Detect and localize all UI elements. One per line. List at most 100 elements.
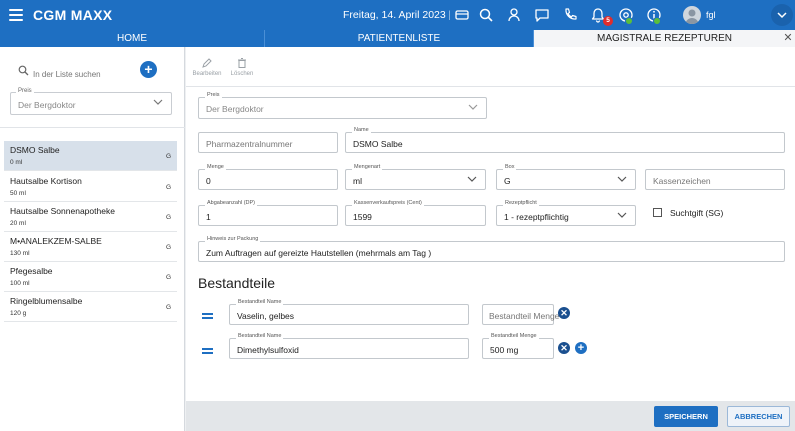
tab-magistrale-rezepturen[interactable]: MAGISTRALE REZEPTUREN <box>534 30 795 47</box>
list-item[interactable]: M•ANALEKZEM-SALBE 130 ml G <box>4 232 177 262</box>
remove-bestandteil-button[interactable]: ✕ <box>558 307 570 319</box>
bestandteil-name-field[interactable]: Bestandteil Name Dimethylsulfoxid <box>229 333 469 359</box>
abgabeanzahl-label: Abgabeanzahl (DP) <box>205 200 258 206</box>
list-item[interactable]: Pfegesalbe 100 ml G <box>4 262 177 292</box>
search-input[interactable] <box>33 70 133 79</box>
hinweis-value: Zum Auftragen auf gereizte Hautstellen (… <box>206 248 432 258</box>
box-value: G <box>504 176 511 186</box>
name-field[interactable]: Name DSMO Salbe <box>345 127 785 153</box>
bestandteil-menge-field[interactable]: Bestandteil Menge <box>482 304 559 325</box>
item-name: Ringelblumensalbe <box>10 296 83 306</box>
pzn-field[interactable]: Pharmazentralnummer <box>198 132 338 153</box>
delete-button[interactable]: Löschen <box>227 57 257 77</box>
menge-label: Menge <box>205 164 226 170</box>
bestandteil-menge-label: Bestandteil Menge <box>489 333 539 339</box>
item-name: Hautsalbe Kortison <box>10 176 82 186</box>
avatar[interactable] <box>683 6 701 24</box>
save-button[interactable]: SPEICHERN <box>654 406 718 427</box>
chat-icon[interactable] <box>533 6 551 24</box>
hinweis-label: Hinweis zur Packung <box>205 236 261 242</box>
suchtgift-label: Suchtgift (SG) <box>670 208 724 218</box>
preis-select[interactable]: Preis Der Bergdoktor <box>198 92 487 119</box>
preis-select[interactable]: Preis Der Bergdoktor <box>10 88 172 115</box>
item-tag: G <box>166 214 172 221</box>
rezeptpflicht-select[interactable]: Rezeptpflicht 1 - rezeptpflichtig <box>496 200 636 226</box>
app-title: CGM MAXX <box>33 7 113 23</box>
divider <box>186 86 795 87</box>
list-item[interactable]: Ringelblumensalbe 120 g G <box>4 292 177 322</box>
mengenart-select[interactable]: Mengenart ml <box>345 164 486 190</box>
drag-handle-icon[interactable] <box>202 348 213 356</box>
item-tag: G <box>166 244 172 251</box>
item-tag: G <box>166 274 172 281</box>
header-menu-button[interactable] <box>771 4 793 26</box>
tab-bar: HOME PATIENTENLISTE MAGISTRALE REZEPTURE… <box>0 30 795 47</box>
edit-label: Bearbeiten <box>192 71 222 77</box>
tab-home[interactable]: HOME <box>0 30 265 47</box>
phone-icon[interactable] <box>561 6 579 24</box>
person-icon[interactable] <box>505 6 523 24</box>
preis-label: Preis <box>205 92 222 98</box>
item-name: Pfegesalbe <box>10 266 53 276</box>
list-item[interactable]: Hautsalbe Sonnenapotheke 20 ml G <box>4 202 177 232</box>
item-qty: 20 ml <box>10 220 26 227</box>
menu-icon[interactable] <box>9 9 23 21</box>
cancel-button[interactable]: ABBRECHEN <box>727 406 790 427</box>
list-item[interactable]: DSMO Salbe 0 ml G <box>4 141 177 171</box>
item-qty: 130 ml <box>10 250 30 257</box>
tab-patientenliste[interactable]: PATIENTENLISTE <box>265 30 534 47</box>
search-icon[interactable] <box>477 6 495 24</box>
kassenzeichen-field[interactable]: Kassenzeichen <box>645 169 785 190</box>
trash-icon <box>238 58 246 68</box>
item-tag: G <box>166 184 172 191</box>
name-label: Name <box>352 127 371 133</box>
mengenart-value: ml <box>353 176 362 186</box>
item-tag: G <box>166 153 172 160</box>
rezeptpflicht-value: 1 - rezeptpflichtig <box>504 212 569 222</box>
drag-handle-icon[interactable] <box>202 313 213 321</box>
item-qty: 100 ml <box>10 280 30 287</box>
date-time-text: Freitag, 14. April 2023 | 23:0 <box>343 9 450 21</box>
section-title: Bestandteile <box>198 275 276 291</box>
list-search[interactable] <box>18 64 133 79</box>
menge-field[interactable]: Menge 0 <box>198 164 338 190</box>
mengenart-label: Mengenart <box>352 164 383 170</box>
card-icon[interactable] <box>453 6 471 24</box>
user-name: fgl <box>706 10 716 20</box>
list-item[interactable]: Hautsalbe Kortison 50 ml G <box>4 172 177 202</box>
footer-bar: SPEICHERN ABBRECHEN <box>186 401 795 431</box>
chevron-down-icon <box>777 12 787 19</box>
edit-button[interactable]: Bearbeiten <box>192 57 222 77</box>
item-name: Hautsalbe Sonnenapotheke <box>10 206 115 216</box>
chevron-down-icon <box>467 176 477 182</box>
bestandteil-name-value: Dimethylsulfoxid <box>237 345 299 355</box>
status-ok-badge <box>625 17 633 25</box>
kassenzeichen-placeholder: Kassenzeichen <box>653 176 711 186</box>
name-value: DSMO Salbe <box>353 139 403 149</box>
divider <box>0 127 185 128</box>
item-tag: G <box>166 304 172 311</box>
add-recipe-button[interactable]: + <box>140 61 157 78</box>
rezeptpflicht-label: Rezeptpflicht <box>503 200 539 206</box>
chevron-down-icon <box>153 99 163 105</box>
item-qty: 120 g <box>10 310 27 317</box>
suchtgift-checkbox[interactable] <box>653 208 662 217</box>
close-icon[interactable]: ✕ <box>781 30 795 47</box>
bestandteil-name-value: Vaselin, gelbes <box>237 311 295 321</box>
edit-icon <box>202 58 212 68</box>
box-label: Box <box>503 164 517 170</box>
bestandteil-menge-placeholder: Bestandteil Menge <box>489 311 560 321</box>
bestandteil-name-field[interactable]: Bestandteil Name Vaselin, gelbes <box>229 299 469 325</box>
add-bestandteil-button[interactable]: + <box>575 342 587 354</box>
abgabeanzahl-field[interactable]: Abgabeanzahl (DP) 1 <box>198 200 338 226</box>
kassenverkaufspreis-field[interactable]: Kassenverkaufspreis (Cent) 1599 <box>345 200 486 226</box>
preis-value: Der Bergdoktor <box>206 104 264 114</box>
preis-value: Der Bergdoktor <box>18 100 76 110</box>
bestandteil-name-label: Bestandteil Name <box>236 333 284 339</box>
hinweis-field[interactable]: Hinweis zur Packung Zum Auftragen auf ge… <box>198 236 785 262</box>
remove-bestandteil-button[interactable]: ✕ <box>558 342 570 354</box>
bestandteil-menge-field[interactable]: Bestandteil Menge 500 mg <box>482 333 554 359</box>
chevron-down-icon <box>468 104 478 110</box>
box-select[interactable]: Box G <box>496 164 636 190</box>
delete-label: Löschen <box>230 71 254 77</box>
